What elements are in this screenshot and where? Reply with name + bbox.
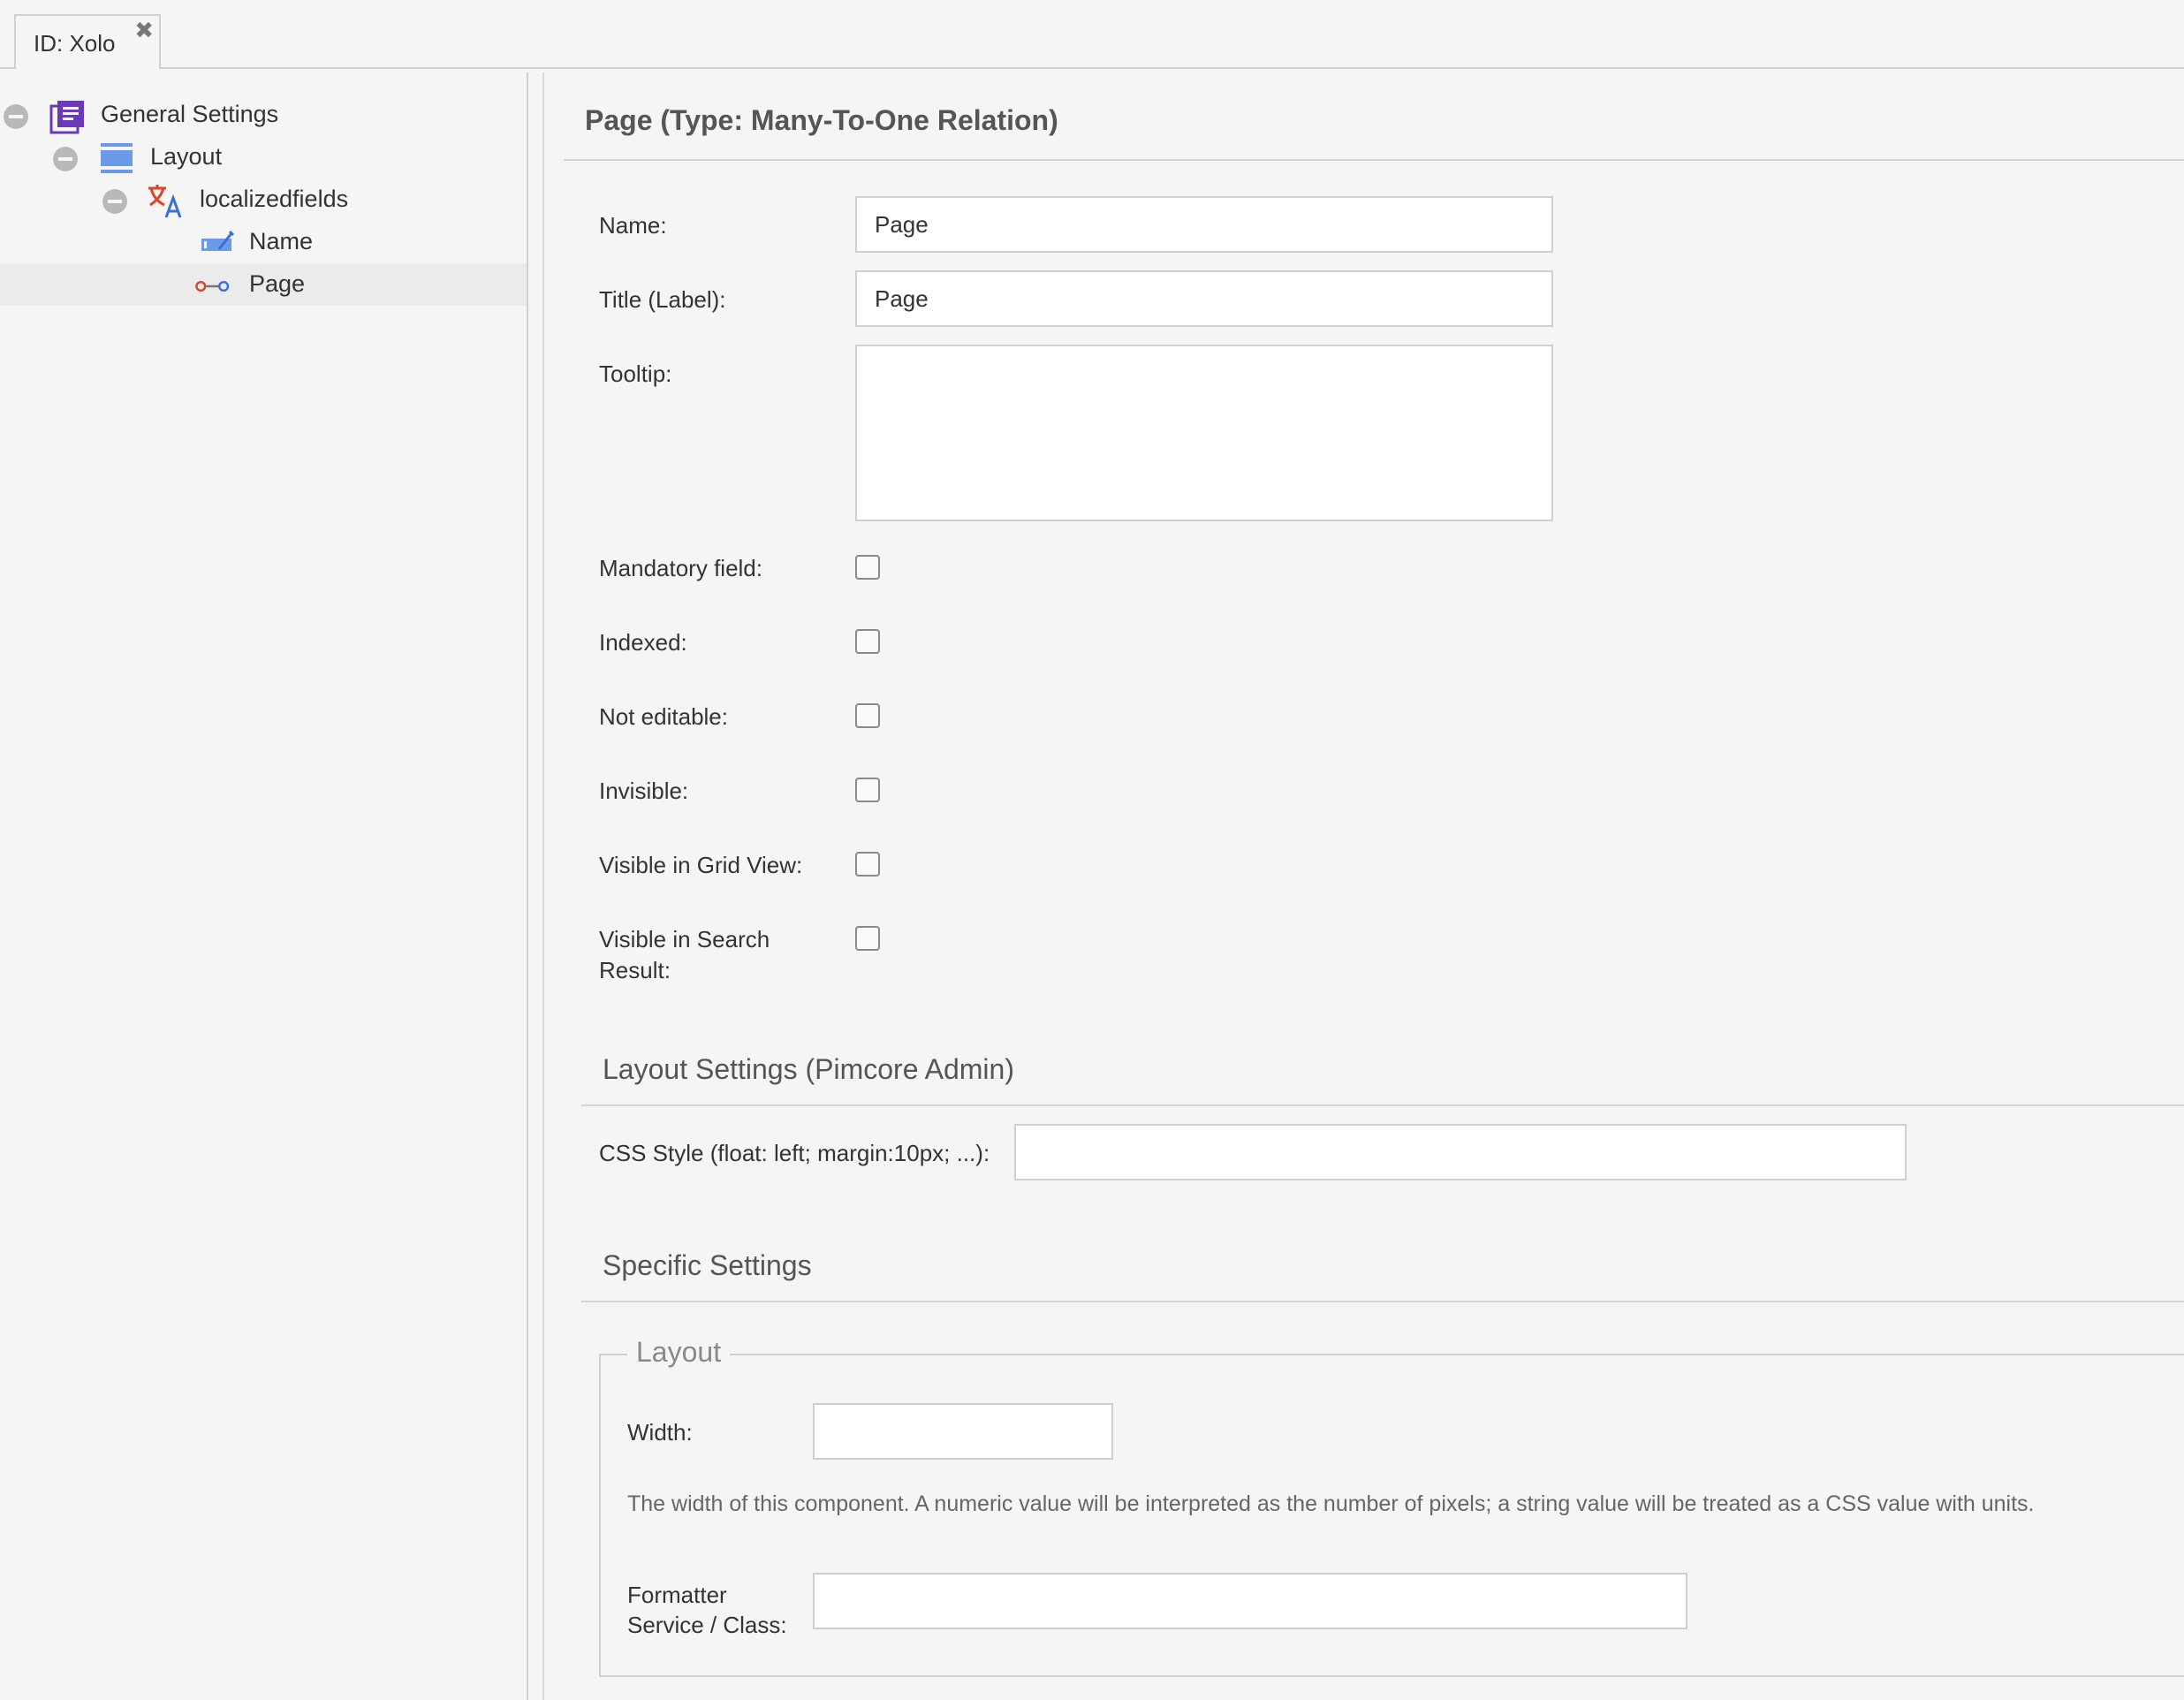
tree-item-label: Name <box>249 228 314 254</box>
specific-settings-title: Specific Settings <box>603 1249 812 1281</box>
invisible-label: Invisible: <box>599 778 689 804</box>
css-style-label: CSS Style (float: left; margin:10px; ...… <box>599 1140 990 1166</box>
tooltip-textarea[interactable] <box>855 345 1553 521</box>
not-editable-label: Not editable: <box>599 703 728 730</box>
visible-in-grid-view-checkbox[interactable] <box>855 852 880 877</box>
tree-item-label: Layout <box>150 143 223 170</box>
title-label: Title (Label): <box>599 286 726 313</box>
tree-item-layout[interactable]: Layout <box>0 136 527 178</box>
width-help-text: The width of this component. A numeric v… <box>627 1491 2035 1516</box>
tree-item-localizedfields[interactable]: localizedfields <box>0 178 527 221</box>
name-label: Name: <box>599 212 667 239</box>
tree-item-name[interactable]: Name <box>0 221 527 263</box>
relation-icon <box>195 280 230 292</box>
layout-panel-icon <box>101 143 133 173</box>
tab-title: ID: Xolo <box>34 30 116 57</box>
tree-item-label: General Settings <box>101 101 279 127</box>
formatter-input[interactable] <box>813 1573 1687 1629</box>
panel-splitter[interactable] <box>530 72 544 1700</box>
width-input[interactable] <box>813 1403 1113 1460</box>
visible-in-grid-view-label: Visible in Grid View: <box>599 852 803 878</box>
collapse-icon[interactable] <box>102 189 127 214</box>
width-label: Width: <box>627 1419 693 1446</box>
tree-item-label: localizedfields <box>200 186 349 212</box>
page-title: Page (Type: Many-To-One Relation) <box>585 104 1058 136</box>
divider <box>581 1104 2184 1106</box>
indexed-label: Indexed: <box>599 629 687 656</box>
collapse-icon[interactable] <box>53 147 78 171</box>
tree-item-page[interactable]: Page <box>0 263 527 306</box>
mandatory-field-checkbox[interactable] <box>855 555 880 580</box>
tree-item-general-settings[interactable]: General Settings <box>0 94 527 136</box>
visible-in-search-result-label: Visible in Search Result: <box>599 926 770 983</box>
tooltip-label: Tooltip: <box>599 360 672 387</box>
name-input[interactable] <box>855 196 1553 253</box>
input-field-icon <box>201 230 235 251</box>
formatter-label-line1: Formatter <box>627 1582 727 1608</box>
close-icon[interactable]: ✖ <box>134 18 154 42</box>
tree-item-label: Page <box>249 270 306 297</box>
divider <box>581 1301 2184 1302</box>
indexed-checkbox[interactable] <box>855 629 880 654</box>
collapse-icon[interactable] <box>4 104 28 129</box>
invisible-checkbox[interactable] <box>855 778 880 802</box>
divider <box>564 159 2184 161</box>
visible-in-search-result-checkbox[interactable] <box>855 926 880 951</box>
class-definition-icon <box>49 101 84 134</box>
class-tree: General Settings Layout localizedfields … <box>0 72 528 1700</box>
css-style-input[interactable] <box>1014 1124 1907 1180</box>
layout-fieldset-legend: Layout <box>627 1336 731 1369</box>
mandatory-field-label: Mandatory field: <box>599 555 762 581</box>
title-input[interactable] <box>855 270 1553 327</box>
not-editable-checkbox[interactable] <box>855 703 880 728</box>
formatter-label-line2: Service / Class: <box>627 1612 787 1638</box>
tab-bar: ID: Xolo ✖ <box>0 0 2184 69</box>
layout-settings-title: Layout Settings (Pimcore Admin) <box>603 1053 1014 1085</box>
translate-icon <box>148 185 182 218</box>
tab-xolo[interactable]: ID: Xolo ✖ <box>14 14 161 69</box>
